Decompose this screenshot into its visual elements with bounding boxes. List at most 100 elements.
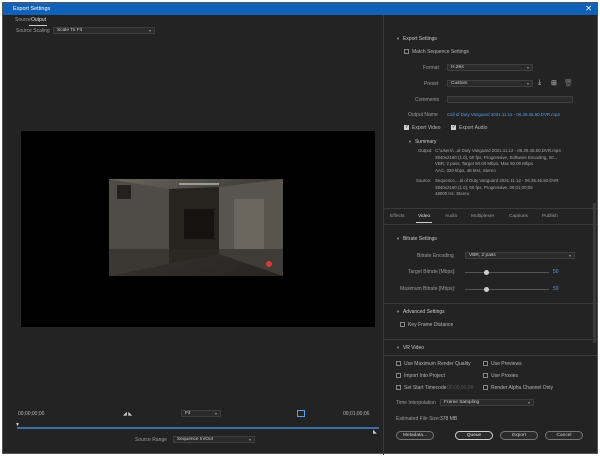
tab-publish[interactable]: Publish <box>542 214 558 219</box>
summary-output-label: Output: <box>418 148 433 153</box>
timeline-track[interactable] <box>17 427 379 429</box>
summary-output-line: C:\Users\...al Duty Vanguard 2021.11.12 … <box>435 148 561 153</box>
use-proxies-label: Use Proxies <box>491 373 518 379</box>
tab-video-underline <box>416 222 432 223</box>
chevron-down-icon: ▾ <box>526 65 529 70</box>
out-point-handle[interactable]: ◣ <box>373 429 377 435</box>
time-interpolation-label: Time Interpolation <box>396 400 436 406</box>
export-audio-checkbox[interactable] <box>451 124 456 130</box>
source-range-label: Source Range <box>135 437 167 443</box>
tab-effects[interactable]: Effects <box>390 214 405 219</box>
render-alpha-checkbox[interactable] <box>483 385 488 390</box>
options-divider <box>384 355 597 356</box>
use-previews-label: Use Previews <box>491 361 522 367</box>
max-bitrate-knob[interactable] <box>483 287 489 292</box>
export-settings-window: Export Settings ✕ Source Output Source S… <box>2 2 598 455</box>
vr-divider <box>384 339 597 340</box>
chevron-down-icon: ▾ <box>148 28 151 33</box>
tabs-top-divider <box>384 208 597 209</box>
target-bitrate-value[interactable]: 50 <box>553 269 559 275</box>
vr-video-header[interactable]: ▼ VR Video <box>396 345 424 351</box>
key-frame-label: Key Frame Distance <box>408 322 454 328</box>
close-icon[interactable]: ✕ <box>585 3 592 15</box>
window-title: Export Settings <box>13 6 51 12</box>
bitrate-encoding-label: Bitrate Encoding <box>417 253 454 259</box>
summary-header[interactable]: ▼ Summary <box>408 139 436 145</box>
tab-video[interactable]: Video <box>418 214 430 219</box>
advanced-divider <box>384 303 597 304</box>
queue-button[interactable]: Queue <box>455 431 493 440</box>
summary-output-line: AAC, 320 kbps, 48 kHz, Stereo <box>435 167 496 173</box>
cancel-button[interactable]: Cancel <box>545 431 583 440</box>
target-bitrate-label: Target Bitrate [Mbps]: <box>408 269 456 275</box>
chevron-down-icon: ▾ <box>568 253 571 258</box>
export-settings-header[interactable]: ▼ Export Settings <box>396 36 437 42</box>
key-frame-checkbox[interactable] <box>400 322 405 327</box>
source-range-dropdown[interactable]: Sequence In/Out ▾ <box>173 436 255 443</box>
set-start-timecode-label: Set Start Timecode <box>404 385 447 391</box>
output-name-label: Output Name <box>408 112 438 118</box>
max-bitrate-slider[interactable] <box>465 289 549 290</box>
comments-input[interactable] <box>447 96 573 103</box>
advanced-settings-header[interactable]: ▼ Advanced Settings <box>396 309 445 315</box>
mark-in-out-icons[interactable]: ◢ ◣ <box>123 411 132 417</box>
render-alpha-label: Render Alpha Channel Only <box>491 385 553 391</box>
save-preset-icon[interactable]: ⤓ <box>538 79 541 87</box>
summary-source-label: Source: <box>416 178 432 183</box>
use-proxies-checkbox[interactable] <box>483 373 488 378</box>
tab-source[interactable]: Source <box>15 17 31 23</box>
source-scaling-label: Source Scaling <box>16 28 50 34</box>
import-into-project-label: Import Into Project <box>404 373 445 379</box>
tab-multiplexer[interactable]: Multiplexer <box>471 214 494 219</box>
source-scaling-dropdown[interactable]: Scale To Fit ▾ <box>53 27 155 34</box>
import-into-project-checkbox[interactable] <box>396 373 401 378</box>
preset-label: Preset <box>424 81 439 87</box>
format-label: Format <box>423 65 439 71</box>
chevron-down-icon: ▾ <box>527 400 530 405</box>
summary-source-line: Sequence,...al of Duty Vanguard 2021.11.… <box>435 178 559 183</box>
export-video-checkbox[interactable] <box>404 124 409 130</box>
tab-audio[interactable]: Audio <box>445 214 457 219</box>
match-sequence-checkbox[interactable] <box>404 49 409 54</box>
chevron-down-icon: ▾ <box>526 81 529 86</box>
set-start-timecode-checkbox[interactable] <box>396 385 401 390</box>
tab-output[interactable]: Output <box>31 17 46 23</box>
summary-output-lines: C:\Users\...al Duty Vanguard 2021.11.12 … <box>435 148 561 174</box>
delete-preset-icon[interactable]: 🗑 <box>564 79 573 87</box>
output-name-link[interactable]: Call of Duty Vanguard 2021.11.12 - 06.35… <box>447 112 560 117</box>
tab-output-underline <box>29 25 47 26</box>
import-preset-icon[interactable]: ⊞ <box>551 79 557 87</box>
scrollbar[interactable] <box>593 203 596 343</box>
match-sequence-label: Match Sequence Settings <box>412 49 469 55</box>
tab-captions[interactable]: Captions <box>509 214 528 219</box>
pane-divider <box>383 15 384 455</box>
max-render-quality-label: Use Maximum Render Quality <box>404 361 471 367</box>
use-previews-checkbox[interactable] <box>483 361 488 366</box>
export-button[interactable]: Export <box>500 431 538 440</box>
max-bitrate-value[interactable]: 50 <box>553 286 559 292</box>
start-timecode-value: 00;00;00;00 <box>447 385 474 391</box>
aspect-ratio-icon[interactable] <box>297 410 305 417</box>
comments-label: Comments <box>415 97 440 103</box>
playhead-handle[interactable]: ▼ <box>15 422 20 428</box>
export-audio-label: Export Audio <box>459 125 488 131</box>
summary-source-line: 48000 Hz, Stereo <box>435 191 470 196</box>
time-interpolation-dropdown[interactable]: Frame Sampling ▾ <box>440 399 534 406</box>
bitrate-encoding-dropdown[interactable]: VBR, 2 pass ▾ <box>465 252 575 259</box>
timecode-end: 00;01;00;06 <box>343 411 370 417</box>
tabs-bottom-divider <box>384 224 597 225</box>
preset-dropdown[interactable]: Custom ▾ <box>447 80 533 87</box>
summary-source-lines: Sequence,...al of Duty Vanguard 2021.11.… <box>435 178 559 198</box>
file-size-label: Estimated File Size: <box>396 416 441 422</box>
fit-dropdown[interactable]: Fit ▾ <box>181 410 221 417</box>
format-dropdown[interactable]: H.264 ▾ <box>447 64 533 71</box>
target-bitrate-knob[interactable] <box>483 270 489 275</box>
title-bar: Export Settings ✕ <box>3 3 597 15</box>
chevron-down-icon: ▾ <box>248 437 251 442</box>
timecode-start[interactable]: 00;00;00;00 <box>18 411 44 417</box>
metadata-button[interactable]: Metadata... <box>396 431 434 440</box>
bitrate-settings-header[interactable]: ▼ Bitrate Settings <box>396 236 437 242</box>
target-bitrate-slider[interactable] <box>465 272 549 273</box>
chevron-down-icon: ▾ <box>214 411 217 416</box>
max-render-quality-checkbox[interactable] <box>396 361 401 366</box>
